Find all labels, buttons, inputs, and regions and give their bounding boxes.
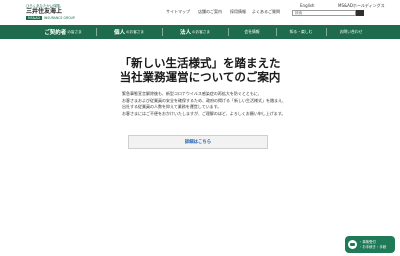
notice-paragraph: お客さまにはご不便をおかけいたしますが、ご理解のほど、よろしくお願い申し上げます… [122, 110, 286, 116]
nav-individual-suffix: のお客さま [126, 29, 144, 34]
search-button[interactable] [356, 10, 364, 24]
details-button[interactable]: 詳細はこちら [128, 135, 268, 149]
logo-company-name: 三井住友海上 [26, 8, 63, 15]
nav-policyholders[interactable]: ご契約者 の皆さま [30, 25, 96, 39]
notice-title: 「新しい生活様式」を踏まえた 当社業務運営についてのご案内 [0, 56, 400, 84]
nav-contact[interactable]: お問い合わせ [326, 25, 376, 39]
nav-corporate-suffix: のお客さま [192, 29, 210, 34]
logo-group-bar: MS&AD INSURANCE GROUP [26, 16, 106, 20]
nav-learn-enjoy[interactable]: 知る・楽しむ [276, 25, 326, 39]
logo-group-text: INSURANCE GROUP [43, 16, 75, 20]
company-logo[interactable]: ひろくあたたかい保険。 三井住友海上 MS&AD INSURANCE GROUP [26, 4, 106, 24]
site-header: ひろくあたたかい保険。 三井住友海上 MS&AD INSURANCE GROUP… [0, 0, 400, 25]
english-link[interactable]: English [300, 3, 314, 9]
store-guide-link[interactable]: 店舗のご案内 [198, 9, 222, 15]
faq-link[interactable]: よくあるご質問 [252, 9, 280, 15]
global-nav: ご契約者 の皆さま 個人 のお客さま 法人 のお客さま 会社情報 知る・楽しむ … [0, 25, 400, 39]
nav-policyholders-label: ご契約者 [44, 30, 67, 36]
notice-title-line-2: 当社業務運営についてのご案内 [119, 70, 281, 84]
chat-icon [348, 240, 357, 249]
nav-corporate[interactable]: 法人 のお客さま [162, 25, 228, 39]
chat-support-button[interactable]: ・事故受付 ・お手続き・手続 [345, 236, 395, 253]
search-input[interactable] [292, 10, 356, 16]
nav-corporate-label: 法人 [180, 30, 192, 36]
recruit-link[interactable]: 採用情報 [230, 9, 246, 15]
holdings-link[interactable]: MS&ADホールディングス [338, 3, 385, 9]
chat-label-line-2: ・お手続き・手続 [359, 244, 387, 249]
notice-title-line-1: 「新しい生活様式」を踏まえた [119, 56, 281, 70]
nav-company-info[interactable]: 会社情報 [228, 25, 276, 39]
notice-body: 緊急事態宣言解除後も、新型コロナウイルス感染症の再拡大を防ぐとともに、 お客さま… [122, 91, 392, 117]
chat-label: ・事故受付 ・お手続き・手続 [359, 240, 386, 249]
sitemap-link[interactable]: サイトマップ [166, 9, 190, 15]
logo-badge: MS&AD [26, 16, 42, 20]
nav-individual[interactable]: 個人 のお客さま [96, 25, 162, 39]
nav-policyholders-suffix: の皆さま [67, 29, 82, 34]
nav-individual-label: 個人 [114, 30, 126, 36]
